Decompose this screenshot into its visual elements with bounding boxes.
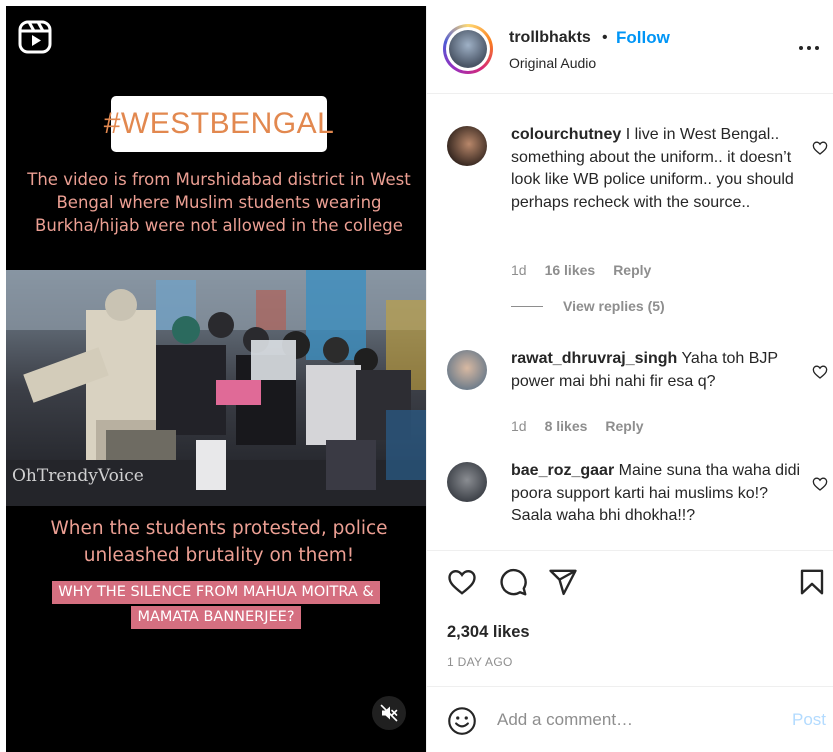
- comment-likes[interactable]: 16 likes: [545, 262, 596, 278]
- comment-likes[interactable]: 8 likes: [545, 418, 588, 434]
- video-watermark: OhTrendyVoice: [12, 466, 144, 486]
- commenter-avatar[interactable]: [447, 462, 487, 502]
- post-comment-button[interactable]: Post: [792, 710, 826, 730]
- caption-question-line: MAMATA BANNERJEE?: [131, 606, 301, 629]
- video-caption-question: WHY THE SILENCE FROM MAHUA MOITRA & MAMA…: [6, 581, 426, 629]
- view-replies-label: View replies (5): [563, 298, 665, 314]
- mute-toggle-button[interactable]: [372, 696, 406, 730]
- commenter-avatar[interactable]: [447, 350, 487, 390]
- share-icon[interactable]: [548, 567, 578, 597]
- comment-body: rawat_dhruvraj_singh Yaha toh BJP power …: [511, 348, 801, 393]
- author-username[interactable]: trollbhakts: [509, 29, 591, 47]
- video-caption-middle: When the students protested, police unle…: [50, 518, 388, 566]
- author-avatar[interactable]: [443, 24, 493, 74]
- comment-icon[interactable]: [498, 567, 528, 597]
- comment-time: 1d: [511, 262, 527, 278]
- post-actions: 2,304 likes 1 DAY AGO: [427, 550, 833, 686]
- commenter-username[interactable]: rawat_dhruvraj_singh: [511, 350, 677, 367]
- post-timestamp: 1 DAY AGO: [447, 655, 513, 669]
- video-frame: OhTrendyVoice: [6, 270, 426, 506]
- post-header: trollbhakts • Follow Original Audio: [427, 6, 833, 94]
- comment-like-icon[interactable]: [812, 140, 828, 156]
- comment-time: 1d: [511, 418, 527, 434]
- hashtag-banner: #WESTBENGAL: [104, 96, 334, 152]
- bookmark-icon[interactable]: [797, 567, 827, 597]
- header-separator: •: [602, 29, 608, 46]
- comment-input[interactable]: [497, 705, 767, 735]
- view-replies-button[interactable]: View replies (5): [511, 298, 665, 314]
- comment-body: colourchutney I live in West Bengal.. so…: [511, 124, 801, 214]
- emoji-icon[interactable]: [447, 706, 477, 736]
- post-details-panel: trollbhakts • Follow Original Audio colo…: [426, 6, 833, 752]
- reels-icon: [18, 20, 52, 54]
- follow-button[interactable]: Follow: [616, 28, 670, 48]
- caption-question-line: WHY THE SILENCE FROM MAHUA MOITRA &: [52, 581, 380, 604]
- comments-list[interactable]: colourchutney I live in West Bengal.. so…: [427, 94, 833, 550]
- commenter-username[interactable]: bae_roz_gaar: [511, 462, 614, 479]
- comment-meta: 1d 8 likes Reply: [511, 418, 644, 434]
- reply-button[interactable]: Reply: [605, 418, 643, 434]
- comment-meta: 1d 16 likes Reply: [511, 262, 651, 278]
- heart-icon[interactable]: [447, 567, 477, 597]
- audio-link[interactable]: Original Audio: [509, 55, 596, 71]
- reply-button[interactable]: Reply: [613, 262, 651, 278]
- comment-like-icon[interactable]: [812, 364, 828, 380]
- add-comment-bar: Post: [427, 686, 833, 752]
- video-caption-top: The video is from Murshidabad district i…: [27, 170, 411, 235]
- muted-speaker-icon: [380, 704, 398, 722]
- more-options-icon[interactable]: [797, 40, 821, 56]
- comment-body: bae_roz_gaar Maine suna tha waha didi po…: [511, 460, 801, 528]
- commenter-username[interactable]: colourchutney: [511, 126, 621, 143]
- reel-video[interactable]: #WESTBENGAL The video is from Murshidaba…: [6, 6, 426, 752]
- likes-count[interactable]: 2,304 likes: [447, 623, 530, 642]
- commenter-avatar[interactable]: [447, 126, 487, 166]
- comment-like-icon[interactable]: [812, 476, 828, 492]
